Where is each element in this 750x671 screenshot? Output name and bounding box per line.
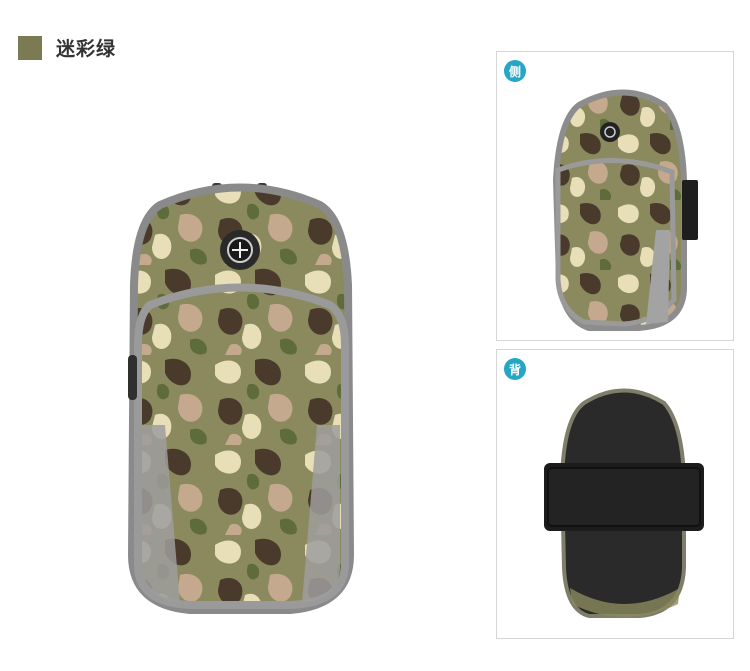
color-variant-header: 迷彩绿 (18, 34, 116, 61)
armband-bag-back-photo (544, 388, 704, 618)
back-view-badge: 背 (504, 358, 526, 380)
side-view-panel: 侧 (496, 51, 734, 341)
color-swatch (18, 35, 42, 60)
armband-bag-side-photo (552, 89, 698, 331)
color-name: 迷彩绿 (56, 38, 117, 60)
back-view-panel: 背 (496, 349, 734, 639)
side-view-badge: 侧 (504, 60, 526, 82)
armband-bag-front-photo (127, 183, 355, 614)
